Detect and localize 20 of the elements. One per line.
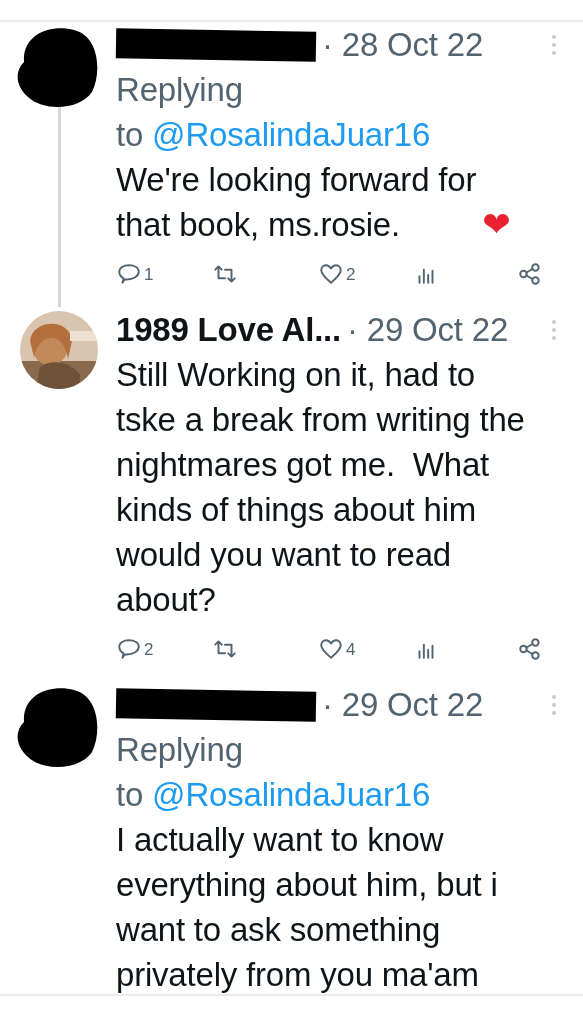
reply-count: 2 bbox=[144, 638, 154, 661]
share-icon[interactable] bbox=[517, 261, 543, 287]
tweet-date[interactable]: · 29 Oct 22 bbox=[347, 307, 509, 352]
reply-icon[interactable] bbox=[116, 261, 142, 287]
reply-icon[interactable] bbox=[116, 636, 142, 662]
replying-label: Replying bbox=[116, 70, 244, 110]
author-name[interactable]: 1989 Love Al... bbox=[116, 307, 342, 352]
share-icon[interactable] bbox=[517, 636, 543, 662]
tweet-text: We're looking forward for that book, ms.rosie. bbox=[116, 160, 477, 245]
tweet-text: I actually want to know everything about him, but i want to ask something privately from you ma'am bbox=[116, 820, 498, 994]
like-count: 2 bbox=[346, 263, 356, 286]
replying-to-label: to bbox=[116, 776, 145, 813]
tweet-text: Still Working on it, had to tske a break from writing the nightmares got me. What kinds of things about him would you want to read about? bbox=[116, 355, 525, 620]
replying-to-label: to bbox=[116, 116, 145, 153]
tweet-date[interactable]: · 29 Oct 22 bbox=[322, 682, 484, 727]
tweet-date[interactable]: · 28 Oct 22 bbox=[322, 22, 484, 67]
reply-count: 1 bbox=[144, 263, 154, 286]
like-count: 4 bbox=[346, 638, 356, 661]
heart-emoji: ❤ bbox=[482, 203, 511, 246]
replying-label: Replying bbox=[116, 730, 244, 770]
